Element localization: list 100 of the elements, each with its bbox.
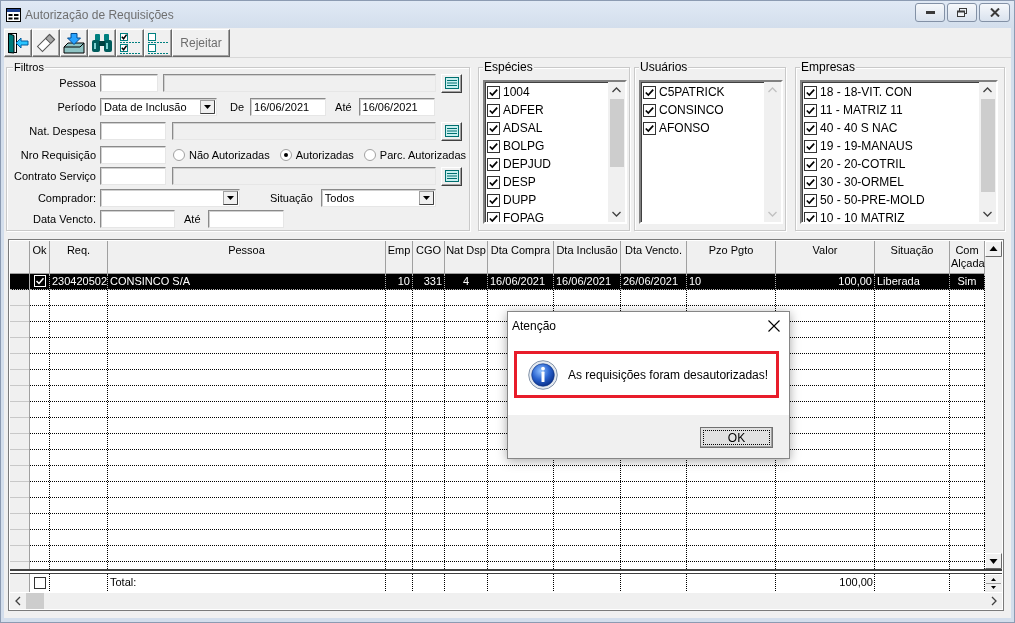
- lookup-button[interactable]: [441, 73, 462, 93]
- scrollbar-thumb[interactable]: [980, 99, 995, 192]
- find-button[interactable]: [88, 29, 116, 57]
- list-item[interactable]: CONSINCO: [643, 101, 764, 119]
- input-field[interactable]: [100, 146, 166, 164]
- caret-icon: [418, 191, 434, 205]
- list-item[interactable]: 18 - 18-VIT. CON: [804, 83, 979, 101]
- list-item[interactable]: 20 - 20-COTRIL: [804, 155, 979, 173]
- checkbox[interactable]: [34, 577, 46, 589]
- table-cell-text: Total:: [109, 575, 138, 590]
- radio-button[interactable]: Parc. Autorizadas: [363, 149, 467, 161]
- table-cell: 10: [687, 274, 776, 290]
- list-item[interactable]: 40 - 40 S NAC: [804, 119, 979, 137]
- lookup-button[interactable]: [441, 166, 462, 186]
- list-item[interactable]: ADFER: [487, 101, 608, 119]
- list-icon: [444, 170, 459, 182]
- input-field[interactable]: [100, 210, 175, 228]
- close-button[interactable]: [979, 3, 1010, 22]
- caret-icon: [223, 191, 238, 205]
- input-field[interactable]: [100, 167, 166, 185]
- input-field[interactable]: [100, 74, 158, 92]
- column-header: Pzo Pgto: [687, 241, 776, 274]
- dropdown[interactable]: Todos: [320, 189, 436, 207]
- column-header: Valor: [776, 241, 875, 274]
- header-corner: [10, 241, 30, 274]
- list-item[interactable]: 19 - 19-MANAUS: [804, 137, 979, 155]
- clear-button[interactable]: [32, 29, 60, 57]
- unchecked-list-icon: [147, 32, 169, 54]
- table-cell: Liberada: [875, 274, 950, 290]
- list-item[interactable]: 10 - 10 MATRIZ: [804, 209, 979, 222]
- field-label: De: [230, 101, 245, 113]
- lookup-button[interactable]: [441, 121, 462, 141]
- scrollbar-thumb[interactable]: [26, 593, 44, 609]
- input-field[interactable]: [163, 74, 436, 92]
- close-icon[interactable]: [768, 319, 780, 332]
- field-label: Situação: [270, 192, 313, 204]
- input-field[interactable]: [100, 122, 166, 140]
- field-label: Período: [56, 101, 96, 113]
- table-cell: 16/06/2021: [488, 274, 554, 290]
- column-header: Pessoa: [108, 241, 386, 274]
- column-header: Nat Dsp: [445, 241, 488, 274]
- input-field[interactable]: 16/06/2021: [358, 98, 435, 116]
- table-cell: Sim: [950, 274, 985, 290]
- field-label: Data Vencto.: [32, 213, 96, 225]
- scrollbar-thumb[interactable]: [609, 99, 624, 167]
- dialog-title: Atenção: [512, 318, 557, 333]
- list-item[interactable]: 30 - 30-ORMEL: [804, 173, 979, 191]
- input-field[interactable]: [172, 122, 436, 140]
- list-item[interactable]: 11 - MATRIZ 11: [804, 101, 979, 119]
- input-field[interactable]: 16/06/2021: [250, 98, 327, 116]
- list-item[interactable]: DESP: [487, 173, 608, 191]
- column-header: Emp: [386, 241, 413, 274]
- dropdown[interactable]: Data de Inclusão: [100, 98, 217, 116]
- list-item[interactable]: DEPJUD: [487, 155, 608, 173]
- field-label: Até: [335, 101, 352, 113]
- scrollbar[interactable]: [985, 241, 1002, 569]
- list-item[interactable]: ADSAL: [487, 119, 608, 137]
- list-item[interactable]: 1004: [487, 83, 608, 101]
- list-item[interactable]: BOLPG: [487, 137, 608, 155]
- column-header: Com Alçada: [950, 241, 985, 274]
- column-header: Dta Inclusão: [554, 241, 621, 274]
- column-header: Dta Vencto.: [621, 241, 687, 274]
- table-cell: 100,00: [776, 274, 875, 290]
- list-item[interactable]: FOPAG: [487, 209, 608, 222]
- caret-icon: [200, 100, 215, 114]
- table-cell: CONSINCO S/A: [108, 274, 386, 290]
- column-header: Dta Compra: [488, 241, 554, 274]
- column-header: Ok: [30, 241, 50, 274]
- close-icon: [989, 8, 1000, 17]
- table-row[interactable]: 230420502 CONSINCO S/A 10 331 4 16/06/2021 16/06/2021 26/06/2021 10 100,00 Liberada Sim: [10, 274, 985, 290]
- list-item[interactable]: DUPP: [487, 191, 608, 209]
- table-cell-text: 100,00: [838, 575, 874, 590]
- list-item[interactable]: AFONSO: [643, 119, 764, 137]
- clear-selection-button[interactable]: [144, 29, 172, 57]
- tray-download-icon: [63, 32, 85, 54]
- window-title: Autorização de Requisições: [25, 7, 174, 22]
- list-icon: [444, 125, 459, 137]
- ok-button[interactable]: OK: [700, 427, 773, 448]
- window-form-icon: [6, 7, 21, 22]
- input-field[interactable]: [207, 210, 284, 228]
- minimize-icon: [925, 11, 935, 14]
- restore-button[interactable]: [947, 3, 977, 22]
- group-title: Empresas: [800, 60, 857, 74]
- field-label: Pessoa: [58, 77, 96, 89]
- select-all-button[interactable]: [116, 29, 144, 57]
- radio-button[interactable]: Não Autorizadas: [173, 149, 270, 161]
- table-cell: 331: [413, 274, 445, 290]
- field-label: Nro Requisição: [19, 149, 96, 161]
- input-field[interactable]: [172, 167, 436, 185]
- spin-arrows-icon[interactable]: [985, 575, 1002, 592]
- import-button[interactable]: [60, 29, 88, 57]
- minimize-button[interactable]: [915, 3, 945, 22]
- list-item[interactable]: 50 - 50-PRE-MOLD: [804, 191, 979, 209]
- list-item[interactable]: C5PATRICK: [643, 83, 764, 101]
- radio-button[interactable]: Autorizadas: [279, 149, 354, 161]
- field-label: Contrato Serviço: [13, 170, 96, 182]
- dropdown[interactable]: [100, 189, 240, 207]
- exit-button[interactable]: [4, 29, 32, 57]
- field-label: Até: [184, 213, 201, 225]
- table-cell: 230420502: [50, 274, 108, 290]
